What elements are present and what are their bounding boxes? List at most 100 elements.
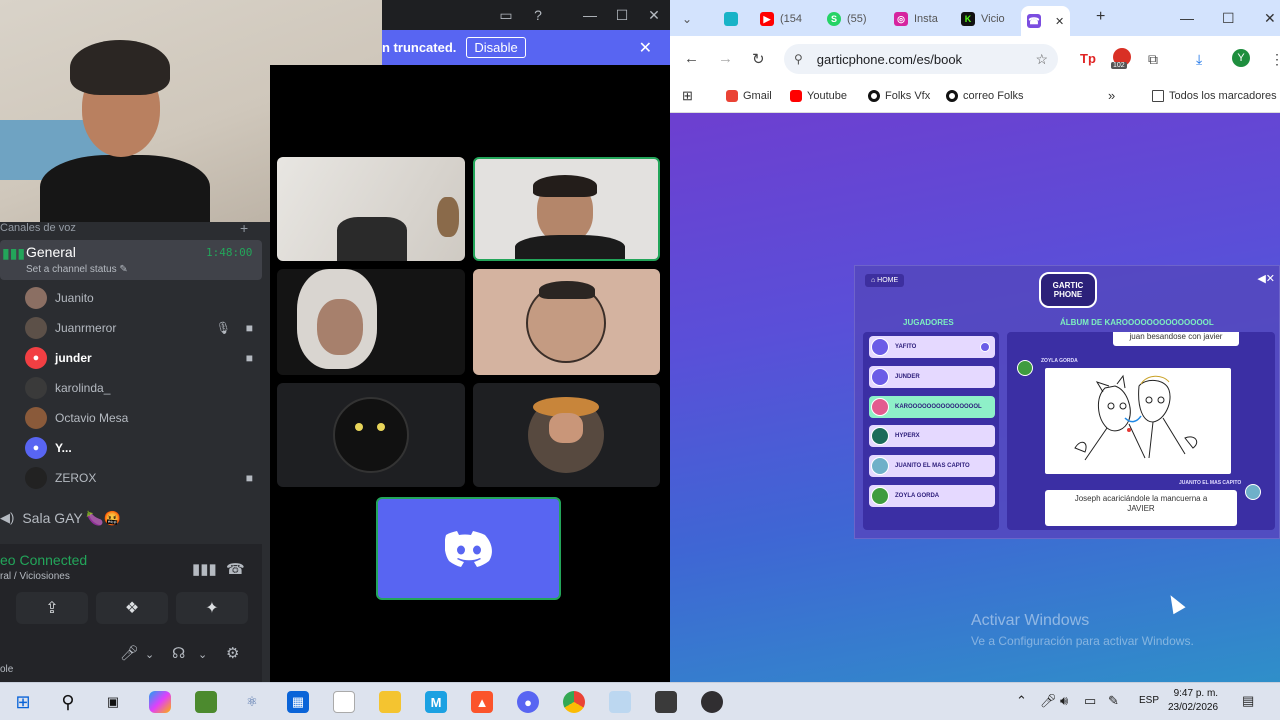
tab[interactable]: K Vicio: [961, 8, 1005, 30]
video-tile-speaking[interactable]: [473, 157, 660, 261]
noise-suppression-icon[interactable]: ▮▮▮: [192, 560, 217, 578]
language-indicator[interactable]: ESP: [1139, 695, 1159, 706]
voice-member[interactable]: Juanito: [25, 286, 265, 310]
minimize-button[interactable]: —: [574, 0, 606, 30]
site-info-icon[interactable]: ⚲: [794, 52, 803, 66]
bookmark-star-icon[interactable]: ☆: [1035, 51, 1048, 68]
tab-search-button[interactable]: ⌄: [682, 8, 692, 30]
video-tile[interactable]: [473, 269, 660, 375]
voice-member[interactable]: ● Y...: [25, 436, 265, 460]
video-tile[interactable]: [473, 383, 660, 487]
clock[interactable]: 9:47 p. m. 23/02/2026: [1168, 687, 1218, 715]
whatsapp-icon: S: [827, 12, 841, 26]
discord-taskbar-icon[interactable]: ●: [517, 691, 539, 713]
headphones-icon[interactable]: ☊: [172, 644, 185, 662]
brave-icon[interactable]: ▲: [471, 691, 493, 713]
voice-member[interactable]: Octavio Mesa: [25, 406, 265, 430]
tab[interactable]: ▶ (154: [760, 8, 802, 30]
chevron-down-icon[interactable]: ⌄: [145, 648, 154, 661]
obs-icon[interactable]: [701, 691, 723, 713]
app-m-icon[interactable]: M: [425, 691, 447, 713]
apps-grid-icon[interactable]: ⊞: [682, 88, 693, 104]
close-button[interactable]: ✕: [1264, 10, 1276, 27]
video-tile[interactable]: [277, 383, 465, 487]
maximize-button[interactable]: ☐: [606, 0, 638, 30]
settings-gear-icon[interactable]: ⚙: [226, 644, 239, 662]
chevron-down-icon[interactable]: ⌄: [198, 648, 207, 661]
minimize-button[interactable]: —: [1180, 10, 1194, 26]
tab[interactable]: [724, 8, 744, 30]
volume-icon[interactable]: 🔊︎: [1060, 693, 1068, 709]
task-view-icon[interactable]: ▣: [102, 691, 124, 713]
calculator-icon[interactable]: [655, 691, 677, 713]
mini-player-icon[interactable]: ▭: [490, 0, 522, 30]
minecraft-icon[interactable]: [195, 691, 217, 713]
chrome-icon[interactable]: [563, 691, 585, 713]
player-item[interactable]: ZOYLA GORDA: [869, 485, 995, 507]
show-hidden-icons[interactable]: ⌃: [1016, 693, 1027, 709]
downloads-icon[interactable]: ⤓: [1196, 51, 1202, 68]
tab-close-icon[interactable]: ✕: [1055, 15, 1064, 28]
voice-channel-general[interactable]: ▮▮▮ General 1:48:00 Set a channel status…: [0, 240, 262, 280]
tab[interactable]: ◎ Insta: [894, 8, 938, 30]
url-text[interactable]: garticphone.com/es/book: [817, 52, 962, 67]
video-tile[interactable]: [277, 157, 465, 261]
player-item[interactable]: HYPERX: [869, 425, 995, 447]
video-tile[interactable]: [277, 269, 465, 375]
bookmark-folks-vfx[interactable]: Folks Vfx: [868, 90, 930, 102]
bookmark-youtube[interactable]: Youtube: [790, 90, 847, 102]
voice-member[interactable]: Juanrmeror 🎙 ■: [25, 316, 265, 340]
volume-icon[interactable]: ◀✕: [1257, 272, 1275, 285]
voice-channel-sala[interactable]: ◀) Sala GAY 🍆🤬: [0, 506, 262, 530]
tab-active[interactable]: ☎ ✕: [1021, 6, 1071, 36]
disconnect-icon[interactable]: ☎: [226, 560, 245, 578]
more-bookmarks-icon[interactable]: »: [1108, 88, 1115, 103]
channel-status-link[interactable]: Set a channel status ✎: [26, 264, 128, 275]
microphone-tray-icon[interactable]: 🎤︎: [1040, 693, 1057, 709]
connection-channel[interactable]: ral / Viciosiones: [0, 571, 70, 582]
player-item-active[interactable]: KAROOOOOOOOOOOOOOOL: [869, 396, 995, 418]
banner-close-icon[interactable]: ✕: [639, 38, 652, 58]
disable-button[interactable]: Disable: [466, 37, 526, 58]
bookmark-gmail[interactable]: Gmail: [726, 90, 772, 102]
discord-placeholder-tile[interactable]: [376, 497, 561, 600]
home-button[interactable]: ⌂ HOME: [865, 274, 905, 287]
bookmark-correo-folks[interactable]: correo Folks: [946, 90, 1024, 102]
windows-start-icon[interactable]: ⊞: [12, 691, 34, 713]
activities-button[interactable]: ❖: [96, 592, 168, 624]
close-button[interactable]: ✕: [638, 0, 670, 30]
pen-icon[interactable]: ✎: [1108, 693, 1119, 709]
microphone-icon[interactable]: 🎤︎: [120, 644, 139, 662]
tab[interactable]: S (55): [827, 8, 867, 30]
help-icon[interactable]: ?: [522, 0, 554, 30]
app-icon[interactable]: [609, 691, 631, 713]
reload-icon[interactable]: ↻: [752, 50, 765, 68]
forward-icon[interactable]: →: [718, 50, 733, 67]
profile-avatar[interactable]: Y: [1232, 49, 1250, 67]
store-icon[interactable]: ▦: [287, 691, 309, 713]
voice-member[interactable]: ZEROX ■: [25, 466, 265, 490]
atom-icon[interactable]: ⚛: [241, 691, 263, 713]
voice-member[interactable]: ● junder ■: [25, 346, 265, 370]
notepad-icon[interactable]: [333, 691, 355, 713]
new-tab-button[interactable]: +: [1096, 8, 1105, 26]
copilot-icon[interactable]: [149, 691, 171, 713]
player-item[interactable]: JUNDER: [869, 366, 995, 388]
extensions-puzzle-icon[interactable]: ⧉: [1148, 51, 1158, 68]
back-icon[interactable]: ←: [684, 50, 699, 67]
add-channel-icon[interactable]: +: [240, 220, 248, 236]
all-bookmarks[interactable]: Todos los marcadores: [1152, 90, 1277, 102]
voice-member[interactable]: karolinda_: [25, 376, 265, 400]
maximize-button[interactable]: ☐: [1222, 10, 1235, 27]
menu-icon[interactable]: ⋮: [1270, 51, 1280, 68]
screen-share-button[interactable]: ⇪: [16, 592, 88, 624]
file-explorer-icon[interactable]: [379, 691, 401, 713]
soundboard-button[interactable]: ✦: [176, 592, 248, 624]
player-item[interactable]: JUANITO EL MAS CAPITO: [869, 455, 995, 477]
network-icon[interactable]: ▭: [1084, 693, 1096, 709]
address-bar[interactable]: ⚲ garticphone.com/es/book ☆: [784, 44, 1058, 74]
extension-icon[interactable]: Tp: [1080, 51, 1096, 66]
player-item[interactable]: YAFITO: [869, 336, 995, 358]
search-icon[interactable]: ⚲: [57, 691, 79, 713]
notifications-icon[interactable]: ▤: [1242, 693, 1254, 709]
